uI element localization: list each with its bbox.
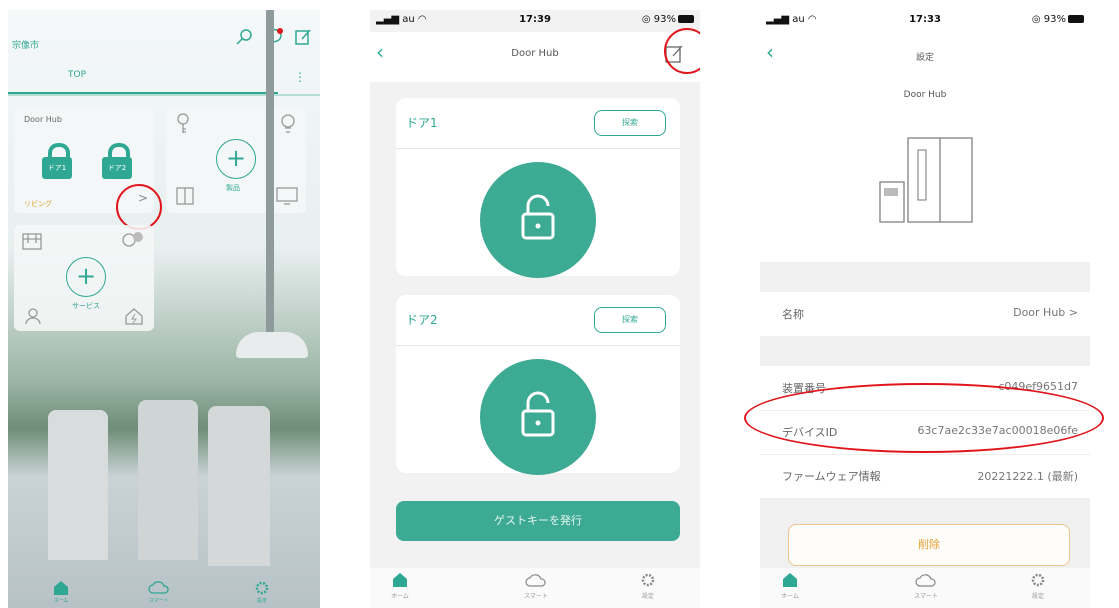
- city-label: 宗像市: [12, 41, 40, 51]
- gear-icon: [641, 573, 655, 587]
- home-icon: [783, 573, 797, 587]
- nav-home[interactable]: ホーム: [370, 572, 430, 600]
- nav-label: スマート: [914, 593, 938, 600]
- issue-guest-key-button[interactable]: ゲストキーを発行: [396, 501, 680, 541]
- nav-smart[interactable]: スマート: [506, 572, 566, 600]
- device-name: Door Hub: [903, 90, 947, 100]
- lock-label: ドア2: [102, 157, 132, 179]
- home-icon[interactable]: [53, 580, 69, 596]
- cloud-icon[interactable]: [148, 580, 170, 594]
- unlocked-padlock-icon: [521, 194, 555, 240]
- edit-icon[interactable]: [294, 28, 312, 46]
- door-name: ドア2: [406, 313, 438, 327]
- lamp-shade: [236, 332, 308, 358]
- service-card[interactable]: + サービス: [14, 225, 154, 331]
- row-value: Door Hub >: [1013, 306, 1078, 319]
- row-value: 20221222.1 (最新): [977, 470, 1078, 483]
- nav-label-home[interactable]: ホーム: [41, 597, 81, 604]
- nav-header: ‹ Door Hub: [370, 32, 700, 82]
- door-hub-device-icon: [879, 137, 973, 223]
- page-title: Door Hub: [511, 48, 559, 59]
- chair: [208, 406, 270, 566]
- search-button[interactable]: 探索: [594, 307, 666, 333]
- nav-label-settings[interactable]: 設定: [242, 597, 282, 604]
- nav-label: スマート: [524, 593, 548, 600]
- chair: [48, 410, 108, 560]
- bottom-nav: ホーム スマート 設定: [370, 568, 700, 608]
- highlight-ring: [116, 184, 162, 230]
- nav-label: ホーム: [781, 593, 799, 600]
- home-screen: 宗像市 TOP ⋮ Door Hub ドア1 ドア2 リビング > + 製品 +…: [8, 10, 320, 608]
- lock-toggle-button[interactable]: [480, 162, 596, 278]
- search-button[interactable]: 探索: [594, 110, 666, 136]
- add-service-icon[interactable]: +: [66, 257, 106, 297]
- room-label: リビング: [24, 200, 52, 208]
- lightbulb-icon: [281, 114, 295, 133]
- nav-label: 設定: [1031, 593, 1044, 600]
- row-label: 名称: [782, 308, 804, 321]
- home-icon: [393, 573, 407, 587]
- nav-home[interactable]: ホーム: [760, 572, 820, 600]
- gear-icon: [1031, 573, 1045, 587]
- pill-icon: [122, 232, 143, 247]
- tv-icon: [276, 187, 298, 205]
- cloud-icon: [915, 574, 936, 587]
- product-card[interactable]: + 製品: [166, 107, 306, 213]
- section-divider: [760, 336, 1090, 366]
- status-bar: ▂▄▆ au ◠ 17:33 ◎ 93%: [760, 10, 1090, 32]
- door-name: ドア1: [406, 116, 438, 130]
- smart-home-icon: [125, 308, 143, 325]
- highlight-oval: [744, 383, 1104, 453]
- door-card: ドア2 探索: [396, 295, 680, 475]
- page-title: 設定: [915, 53, 934, 63]
- product-label: 製品: [226, 184, 240, 192]
- status-bar: ▂▄▆ au ◠ 17:39 ◎ 93%: [370, 10, 700, 32]
- battery-status: ◎ 93%: [642, 14, 694, 25]
- window-icon: [176, 187, 194, 205]
- tab-top[interactable]: TOP: [68, 70, 86, 80]
- tab-underline: [8, 92, 278, 94]
- section-divider: [760, 262, 1090, 292]
- settings-screen: ▂▄▆ au ◠ 17:33 ◎ 93% ‹ 設定 Door Hub 名称 Do…: [760, 10, 1090, 608]
- nav-label-smart[interactable]: スマート: [139, 597, 179, 604]
- key-icon: [177, 113, 189, 133]
- nav-label: ホーム: [391, 593, 409, 600]
- bottom-nav: ホーム スマート 設定: [8, 578, 320, 608]
- card-title: Door Hub: [24, 115, 62, 124]
- lock-toggle-button[interactable]: [480, 359, 596, 475]
- nav-label: 設定: [641, 593, 654, 600]
- person-icon: [25, 308, 41, 325]
- gear-icon[interactable]: [254, 580, 270, 596]
- bottom-nav: ホーム スマート 設定: [760, 568, 1090, 608]
- nav-smart[interactable]: スマート: [896, 572, 956, 600]
- voice-assistant-icon[interactable]: [234, 28, 254, 46]
- door-hub-screen: ▂▄▆ au ◠ 17:39 ◎ 93% ‹ Door Hub ドア1 探索 ド…: [370, 10, 700, 608]
- chair: [138, 400, 198, 560]
- lamp-pole: [266, 10, 274, 340]
- service-label: サービス: [72, 302, 100, 310]
- settings-row-name[interactable]: 名称 Door Hub >: [760, 292, 1090, 337]
- cloud-icon: [525, 574, 546, 587]
- add-product-icon[interactable]: +: [216, 139, 256, 179]
- calendar-icon: [22, 233, 42, 250]
- lock-icon: ドア2: [102, 143, 132, 179]
- row-label: ファームウェア情報: [782, 470, 881, 483]
- lock-icon: ドア1: [42, 143, 72, 179]
- settings-row-firmware: ファームウェア情報 20221222.1 (最新): [760, 454, 1090, 499]
- door-card: ドア1 探索: [396, 98, 680, 278]
- battery-status: ◎ 93%: [1032, 14, 1084, 25]
- lock-label: ドア1: [42, 157, 72, 179]
- unlocked-padlock-icon: [521, 391, 555, 437]
- nav-settings[interactable]: 設定: [1008, 572, 1068, 600]
- more-icon[interactable]: ⋮: [294, 70, 306, 84]
- delete-button[interactable]: 削除: [788, 524, 1070, 566]
- nav-settings[interactable]: 設定: [618, 572, 678, 600]
